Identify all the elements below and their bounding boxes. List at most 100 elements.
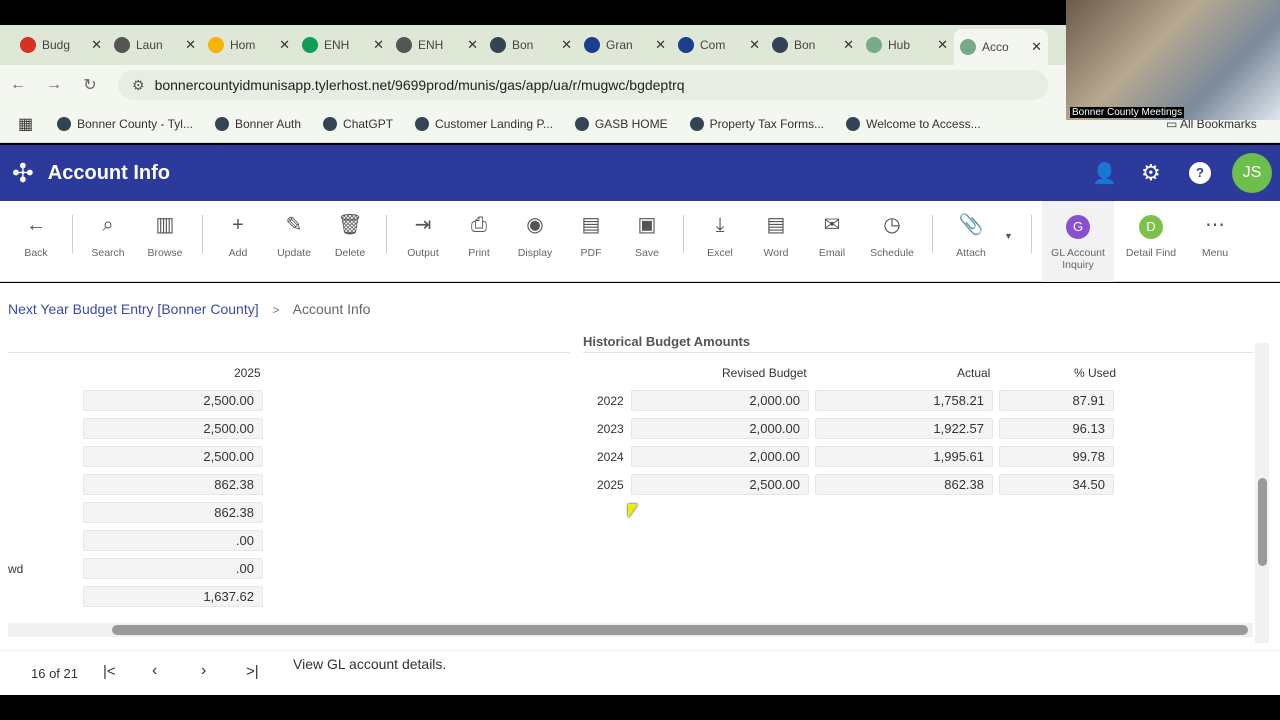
gl-account-inquiry-label: GL Account Inquiry [1051, 247, 1105, 271]
print-icon: ⎙ [471, 214, 487, 236]
amount-field: 862.38 [83, 474, 263, 495]
close-icon[interactable]: ✕ [467, 37, 478, 53]
close-icon[interactable]: ✕ [185, 37, 196, 53]
bookmark-item[interactable]: Welcome to Access... [846, 116, 981, 131]
email-button[interactable]: ✉ Email [804, 201, 860, 282]
vertical-scrollbar[interactable] [1255, 343, 1269, 643]
save-button[interactable]: ▣ Save [619, 201, 675, 282]
delete-icon: 🗑 [337, 214, 363, 236]
word-icon: ▤ [766, 214, 786, 236]
add-button[interactable]: + Add [210, 201, 266, 282]
close-icon[interactable]: ✕ [1031, 39, 1042, 55]
percent-used-field: 99.78 [999, 446, 1114, 467]
previous-record-button[interactable]: ‹ [152, 662, 157, 680]
bookmark-item[interactable]: Bonner County - Tyl... [57, 116, 193, 131]
update-label: Update [277, 247, 311, 259]
gear-icon[interactable]: ⚙ [1141, 160, 1161, 186]
close-icon[interactable]: ✕ [279, 37, 290, 53]
drive-icon [208, 37, 224, 53]
mouse-cursor-icon [628, 504, 638, 518]
bookmark-item[interactable]: GASB HOME [574, 116, 668, 131]
horizontal-scrollbar[interactable] [8, 623, 1253, 637]
toolbar: ← Back ⌕ Search ▥ Browse + Add ✎ Update 🗑 Delete ⇥ Ou… [0, 201, 1280, 282]
close-icon[interactable]: ✕ [843, 37, 854, 53]
bookmark-item[interactable]: Property Tax Forms... [689, 116, 824, 131]
first-record-button[interactable]: |< [103, 663, 116, 680]
browser-tab[interactable]: Hom ✕ [202, 29, 296, 61]
forward-arrow-icon[interactable]: → [36, 76, 72, 94]
globe-icon [396, 37, 412, 53]
close-icon[interactable]: ✕ [749, 37, 760, 53]
browser-tab[interactable]: Com ✕ [672, 29, 766, 61]
close-icon[interactable]: ✕ [561, 37, 572, 53]
browse-button[interactable]: ▥ Browse [137, 201, 193, 282]
last-record-button[interactable]: >| [246, 663, 259, 680]
browser-tab[interactable]: ENH ✕ [296, 29, 390, 61]
bookmark-item[interactable]: Customer Landing P... [415, 116, 553, 131]
actual-field: 862.38 [815, 474, 993, 495]
attach-dropdown-icon[interactable]: ▼ [1004, 231, 1013, 241]
back-button[interactable]: ← Back [8, 201, 64, 282]
detail-find-button[interactable]: D Detail Find [1123, 201, 1179, 282]
browser-tab[interactable]: Budg ✕ [14, 29, 108, 61]
row-label: wd [8, 562, 24, 576]
user-info-icon[interactable]: 👤 [1092, 161, 1117, 186]
bookmark-favicon-icon [415, 116, 430, 131]
browser-tab[interactable]: Acco ✕ [954, 29, 1048, 65]
schedule-button[interactable]: ◷ Schedule [864, 201, 920, 282]
site-info-icon[interactable]: ⚙ [132, 77, 145, 94]
section-title: Historical Budget Amounts [583, 334, 751, 349]
browse-icon: ▥ [155, 214, 175, 236]
excel-icon: ⤓ [715, 214, 725, 236]
display-label: Display [517, 247, 553, 259]
url-input[interactable]: ⚙ bonnercountyidmunisapp.tylerhost.net/96… [118, 70, 1048, 100]
menu-button[interactable]: ⋯ Menu [1187, 201, 1243, 282]
close-icon[interactable]: ✕ [373, 37, 384, 53]
close-icon[interactable]: ✕ [937, 37, 948, 53]
output-button[interactable]: ⇥ Output [395, 201, 451, 282]
video-overlay: Bonner County Meetings [1066, 0, 1280, 120]
reload-icon[interactable]: ↻ [72, 75, 108, 95]
print-button[interactable]: ⎙ Print [451, 201, 507, 282]
breadcrumb-parent-link[interactable]: Next Year Budget Entry [Bonner County] [8, 301, 259, 317]
tab-title: Gran [606, 38, 633, 52]
pdf-button[interactable]: ▤ PDF [563, 201, 619, 282]
avatar[interactable]: JS [1232, 153, 1272, 193]
browser-tab[interactable]: Bon ✕ [766, 29, 860, 61]
bookmark-label: GASB HOME [594, 116, 668, 131]
word-button[interactable]: ▤ Word [748, 201, 804, 282]
amount-field: 862.38 [83, 502, 263, 523]
breadcrumb-current: Account Info [292, 301, 371, 317]
browser-tab[interactable]: Hub ✕ [860, 29, 954, 61]
browser-tab[interactable]: ENH ✕ [390, 29, 484, 61]
browser-tab[interactable]: Gran ✕ [578, 29, 672, 61]
search-label: Search [91, 247, 125, 259]
amount-field: 2,500.00 [83, 418, 263, 439]
apps-grid-icon[interactable]: ▦ [18, 114, 33, 134]
toolbar-divider [72, 215, 73, 253]
bookmark-item[interactable]: ChatGPT [323, 116, 393, 131]
help-icon[interactable]: ? [1189, 162, 1211, 184]
delete-button[interactable]: 🗑 Delete [322, 201, 378, 282]
update-button[interactable]: ✎ Update [266, 201, 322, 282]
close-icon[interactable]: ✕ [655, 37, 666, 53]
gl-account-inquiry-button[interactable]: G GL Account Inquiry [1042, 201, 1114, 282]
detail-find-label: Detail Find [1125, 247, 1177, 259]
attach-button[interactable]: 📎 Attach [943, 201, 999, 282]
search-button[interactable]: ⌕ Search [80, 201, 136, 282]
display-icon: ◉ [526, 214, 544, 236]
tyler-logo-icon[interactable]: ✣ [12, 158, 34, 189]
horizontal-scroll-thumb[interactable] [112, 625, 1248, 635]
back-arrow-icon[interactable]: ← [0, 76, 36, 94]
vertical-scroll-thumb[interactable] [1258, 478, 1267, 566]
back-icon: ← [26, 214, 46, 236]
close-icon[interactable]: ✕ [91, 37, 102, 53]
browser-tab[interactable]: Bon ✕ [484, 29, 578, 61]
percent-used-field: 96.13 [999, 418, 1114, 439]
bookmark-item[interactable]: Bonner Auth [214, 116, 301, 131]
browser-tab[interactable]: Laun ✕ [108, 29, 202, 61]
excel-button[interactable]: ⤓ Excel [692, 201, 748, 282]
next-record-button[interactable]: › [201, 662, 206, 680]
add-label: Add [228, 247, 248, 259]
display-button[interactable]: ◉ Display [507, 201, 563, 282]
